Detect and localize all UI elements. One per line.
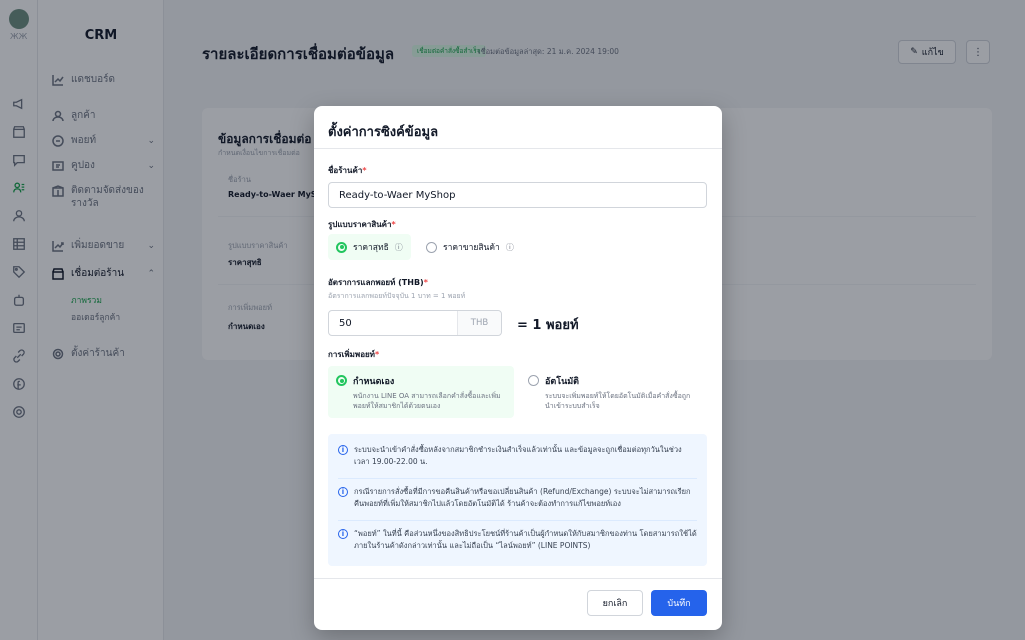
mode-option-desc: พนักงาน LINE OA สามารถเลือกคำสั่งซื้อและ… [353, 392, 501, 410]
rate-label: อัตราการแลกพอยท์ (THB)* [328, 278, 428, 287]
notice-divider [338, 478, 697, 479]
store-name-label: ชื่อร้านค้า* [328, 166, 367, 175]
radio-checked [336, 375, 347, 386]
rate-unit: THB [457, 311, 501, 335]
rate-equals-text: = 1 พอยท์ [517, 318, 579, 333]
mode-option-desc: ระบบจะเพิ่มพอยท์ให้โดยอัตโนมัติเมื่อคำสั… [545, 392, 691, 410]
notice-divider [338, 520, 697, 521]
notice-item: i กรณีรายการสั่งซื้อที่มีการขอคืนสินค้าห… [338, 486, 697, 510]
info-icon: i [338, 529, 348, 539]
rate-value: 50 [339, 317, 352, 329]
store-name-input[interactable]: Ready-to-Waer MyShop [328, 182, 707, 208]
help-circle-icon[interactable]: ⓘ [506, 242, 514, 253]
modal-header-divider [314, 148, 722, 149]
rate-hint: อัตราการแลกพอยท์ปัจจุบัน 1 บาท = 1 พอยท์ [328, 292, 466, 300]
price-type-label: รูปแบบราคาสินค้า* [328, 220, 396, 229]
info-icon: i [338, 445, 348, 455]
notice-text: กรณีรายการสั่งซื้อที่มีการขอคืนสินค้าหรื… [354, 487, 691, 508]
radio-unchecked [426, 241, 437, 253]
price-option-label: ราคาขายสินค้า [443, 243, 500, 253]
rate-input[interactable]: 50 THB [328, 310, 502, 336]
notice-text: “พอยท์” ในที่นี้ คือส่วนหนึ่งของสิทธิประ… [354, 529, 697, 550]
price-option-net[interactable]: ราคาสุทธิ ⓘ [328, 234, 411, 260]
radio-unchecked [528, 375, 539, 386]
point-mode-auto[interactable]: อัตโนมัติ ระบบจะเพิ่มพอยท์ให้โดยอัตโนมัต… [520, 366, 706, 418]
notice-box: i ระบบจะนำเข้าคำสั่งซื้อหลังจากสมาชิกชำร… [328, 434, 707, 566]
mode-option-title: กำหนดเอง [353, 377, 395, 387]
info-icon: i [338, 487, 348, 497]
help-circle-icon[interactable]: ⓘ [395, 242, 403, 253]
price-option-label: ราคาสุทธิ [353, 243, 389, 253]
save-button[interactable]: บันทึก [651, 590, 707, 616]
cancel-button[interactable]: ยกเลิก [587, 590, 643, 616]
modal-title: ตั้งค่าการซิงค์ข้อมูล [328, 125, 439, 140]
notice-item: i ระบบจะนำเข้าคำสั่งซื้อหลังจากสมาชิกชำร… [338, 444, 697, 468]
notice-text: ระบบจะนำเข้าคำสั่งซื้อหลังจากสมาชิกชำระเ… [354, 445, 682, 466]
modal-footer-divider [314, 578, 722, 579]
point-mode-manual[interactable]: กำหนดเอง พนักงาน LINE OA สามารถเลือกคำสั… [328, 366, 514, 418]
radio-checked [336, 241, 347, 253]
sync-settings-modal: ตั้งค่าการซิงค์ข้อมูล ชื่อร้านค้า* Ready… [314, 106, 722, 630]
mode-option-title: อัตโนมัติ [545, 377, 580, 387]
notice-item: i “พอยท์” ในที่นี้ คือส่วนหนึ่งของสิทธิป… [338, 528, 697, 552]
price-option-sale[interactable]: ราคาขายสินค้า ⓘ [418, 234, 522, 260]
point-mode-label: การเพิ่มพอยท์* [328, 350, 380, 359]
